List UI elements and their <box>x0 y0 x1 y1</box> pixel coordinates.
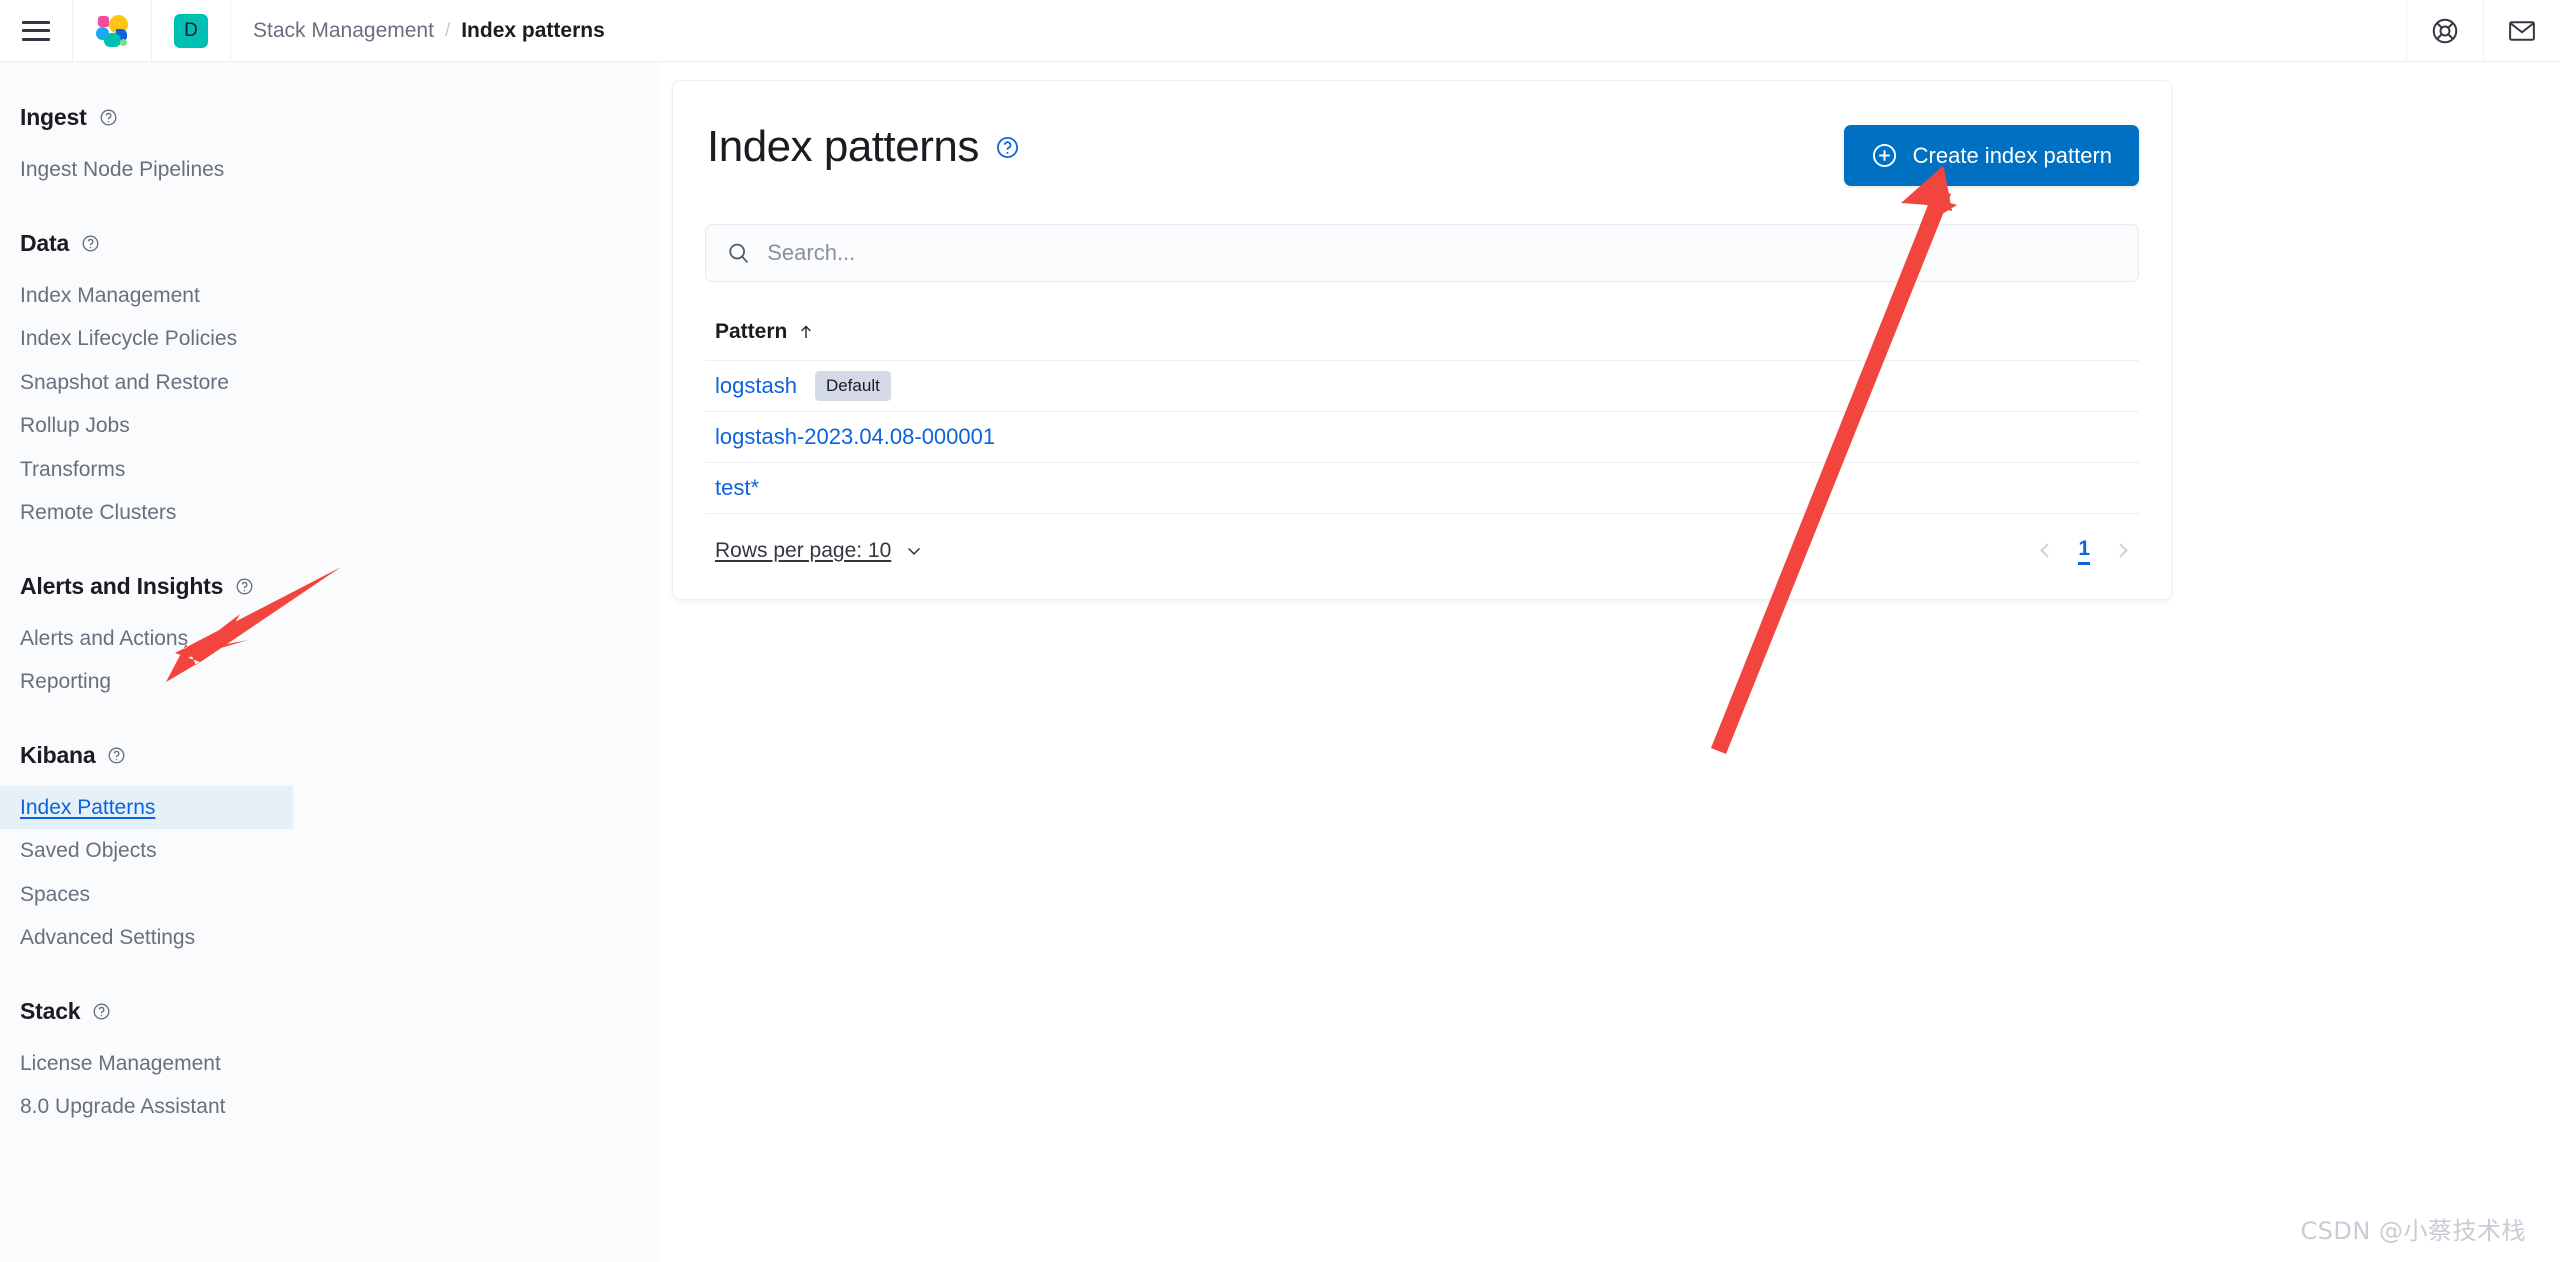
kibana-stack-management-page: D Stack Management / Index patterns Inge… <box>0 0 2560 1262</box>
sidebar-item-upgrade-assistant[interactable]: 8.0 Upgrade Assistant <box>0 1085 660 1129</box>
index-pattern-link[interactable]: logstash-2023.04.08-000001 <box>715 424 995 450</box>
nav-group-title-data: Data <box>0 230 660 261</box>
breadcrumb-separator: / <box>444 19 451 41</box>
breadcrumb-item-index-patterns: Index patterns <box>461 18 605 42</box>
sidebar-item-index-management[interactable]: Index Management <box>0 274 660 318</box>
table-row[interactable]: test* <box>705 463 2139 514</box>
sidebar-nav: Ingest Ingest Node Pipelines Data Index … <box>0 62 660 1262</box>
sidebar-item-index-patterns[interactable]: Index Patterns <box>0 785 293 829</box>
hamburger-menu-button[interactable] <box>0 0 72 62</box>
main-content: Index patterns Create index pattern Sear… <box>672 62 2312 601</box>
nav-group-label: Ingest <box>20 104 87 130</box>
elastic-logo-icon <box>95 14 129 48</box>
breadcrumb: Stack Management / Index patterns <box>231 19 605 43</box>
nav-group-title-alerts-and-insights: Alerts and Insights <box>0 573 660 604</box>
nav-group-data: Data Index Management Index Lifecycle Po… <box>0 230 660 535</box>
hamburger-menu-icon <box>22 20 50 41</box>
sidebar-item-saved-objects[interactable]: Saved Objects <box>0 829 660 873</box>
nav-group-alerts-and-insights: Alerts and Insights Alerts and Actions R… <box>0 573 660 704</box>
plus-in-circle-icon <box>1872 143 1896 168</box>
status-badge: Default <box>814 370 891 402</box>
rows-per-page-label: Rows per page: 10 <box>715 538 892 562</box>
page-title-text: Index patterns <box>707 122 979 171</box>
index-patterns-panel: Index patterns Create index pattern Sear… <box>672 80 2172 601</box>
nav-group-label: Data <box>20 229 70 256</box>
table-header-row: Pattern <box>705 320 2139 361</box>
sidebar-item-alerts-and-actions[interactable]: Alerts and Actions <box>0 617 660 661</box>
sidebar-item-snapshot-and-restore[interactable]: Snapshot and Restore <box>0 361 660 405</box>
table-row[interactable]: logstash Default <box>705 361 2139 412</box>
pagination: 1 <box>2035 536 2133 566</box>
create-index-pattern-button[interactable]: Create index pattern <box>1843 125 2139 186</box>
space-selector-button[interactable]: D <box>152 0 230 62</box>
search-input[interactable] <box>767 225 2118 281</box>
elastic-home-button[interactable] <box>73 0 151 62</box>
nav-items-stack: License Management 8.0 Upgrade Assistant <box>0 1042 660 1129</box>
news-feed-button[interactable] <box>2484 0 2560 62</box>
sidebar-item-ingest-node-pipelines[interactable]: Ingest Node Pipelines <box>0 148 660 192</box>
nav-items-kibana: Index Patterns Saved Objects Spaces Adva… <box>0 785 660 960</box>
search-bar[interactable] <box>705 224 2139 282</box>
index-pattern-link[interactable]: test* <box>715 475 759 501</box>
sidebar-item-transforms[interactable]: Transforms <box>0 448 660 492</box>
mail-envelope-icon <box>2509 20 2535 41</box>
question-circle-icon[interactable] <box>107 746 126 765</box>
pagination-page-1[interactable]: 1 <box>2078 536 2090 566</box>
index-patterns-table: Pattern logstash Default logstash-2023.0… <box>705 320 2139 566</box>
breadcrumb-item-stack-management[interactable]: Stack Management <box>253 19 434 43</box>
nav-items-data: Index Management Index Lifecycle Policie… <box>0 274 660 535</box>
chevron-left-icon <box>2040 543 2050 558</box>
sidebar-item-index-lifecycle-policies[interactable]: Index Lifecycle Policies <box>0 317 660 361</box>
question-circle-icon[interactable] <box>235 577 254 596</box>
table-footer: Rows per page: 10 1 <box>705 536 2139 566</box>
chevron-right-icon <box>2119 543 2128 558</box>
space-avatar: D <box>174 13 208 48</box>
rows-per-page-selector[interactable]: Rows per page: 10 <box>715 539 924 563</box>
index-pattern-link[interactable]: logstash <box>715 373 797 399</box>
nav-items-alerts-and-insights: Alerts and Actions Reporting <box>0 617 660 704</box>
nav-group-stack: Stack License Management 8.0 Upgrade Ass… <box>0 998 660 1129</box>
column-header-label: Pattern <box>715 320 788 343</box>
watermark: CSDN @小蔡技术栈 <box>2300 1217 2526 1245</box>
pagination-next-button[interactable] <box>2112 540 2133 561</box>
sidebar-item-remote-clusters[interactable]: Remote Clusters <box>0 491 660 535</box>
table-row[interactable]: logstash-2023.04.08-000001 <box>705 412 2139 463</box>
nav-group-title-ingest: Ingest <box>0 104 660 135</box>
nav-group-title-stack: Stack <box>0 998 660 1029</box>
nav-items-ingest: Ingest Node Pipelines <box>0 148 660 192</box>
sidebar-item-spaces[interactable]: Spaces <box>0 873 660 917</box>
pagination-previous-button[interactable] <box>2035 540 2056 561</box>
sidebar-item-reporting[interactable]: Reporting <box>0 660 660 704</box>
header-actions <box>2406 0 2560 62</box>
question-circle-icon[interactable] <box>99 108 118 127</box>
nav-group-kibana: Kibana Index Patterns Saved Objects Spac… <box>0 742 660 960</box>
panel-header: Index patterns Create index pattern <box>705 125 2139 186</box>
chevron-down-icon <box>908 547 921 555</box>
question-circle-icon[interactable] <box>81 234 100 253</box>
sidebar-item-license-management[interactable]: License Management <box>0 1042 660 1086</box>
create-index-pattern-label: Create index pattern <box>1912 142 2112 168</box>
nav-group-label: Alerts and Insights <box>20 572 224 599</box>
arrow-up-icon <box>801 325 812 338</box>
page-title: Index patterns <box>707 125 1020 169</box>
top-header: D Stack Management / Index patterns <box>0 0 2560 62</box>
column-header-pattern[interactable]: Pattern <box>715 320 815 344</box>
sidebar-item-rollup-jobs[interactable]: Rollup Jobs <box>0 404 660 448</box>
nav-group-title-kibana: Kibana <box>0 742 660 773</box>
sidebar-item-advanced-settings[interactable]: Advanced Settings <box>0 916 660 960</box>
question-circle-icon[interactable] <box>995 135 1020 160</box>
help-button[interactable] <box>2407 0 2483 62</box>
nav-group-label: Kibana <box>20 741 96 768</box>
nav-group-ingest: Ingest Ingest Node Pipelines <box>0 104 660 192</box>
help-lifebuoy-icon <box>2432 18 2458 43</box>
search-icon <box>729 243 749 264</box>
nav-group-label: Stack <box>20 997 81 1024</box>
question-circle-icon[interactable] <box>92 1002 111 1021</box>
